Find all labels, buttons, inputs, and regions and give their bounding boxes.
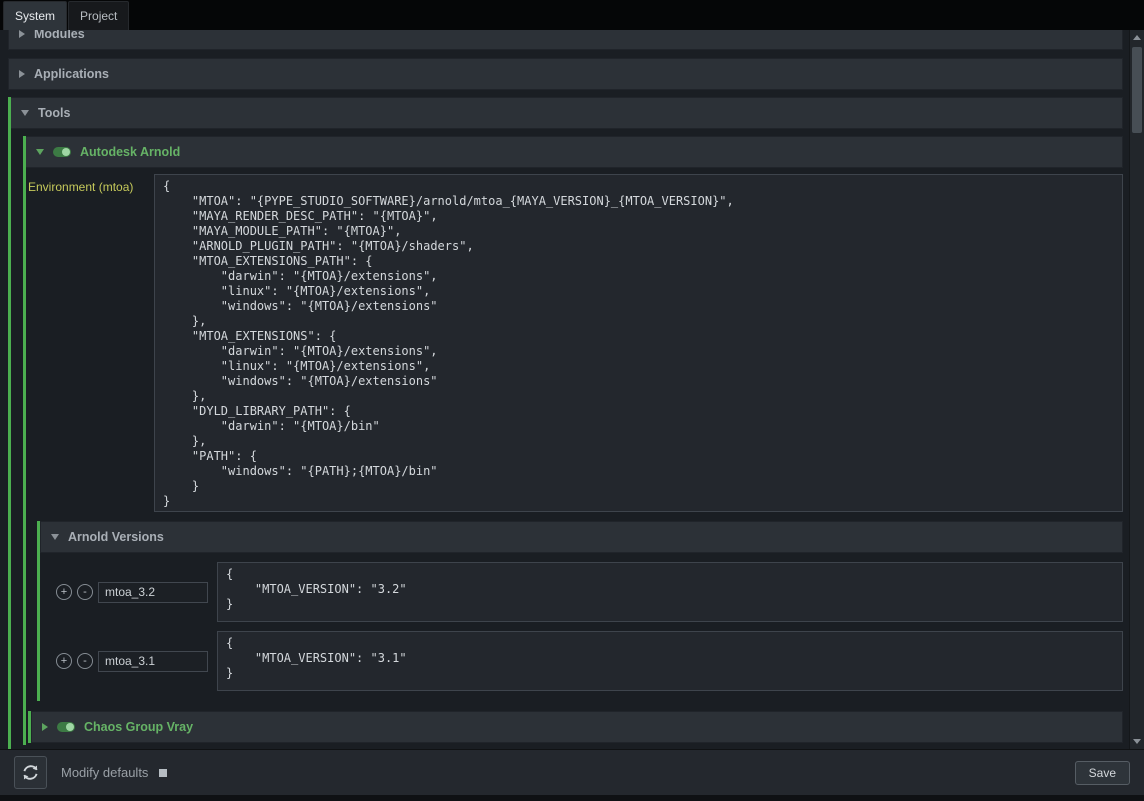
scroll-down-button[interactable]: [1130, 734, 1144, 749]
remove-version-button[interactable]: -: [77, 584, 93, 600]
refresh-button[interactable]: [14, 756, 47, 789]
section-label-applications: Applications: [34, 67, 109, 81]
section-tools: Tools Autodesk Arnold Envir: [8, 97, 1123, 749]
scrollbar[interactable]: [1129, 30, 1144, 749]
tool-header-arnold[interactable]: Autodesk Arnold: [26, 136, 1123, 168]
version-row: + - { "MTOA_VERSION": "3.1" }: [40, 631, 1123, 691]
chevron-right-icon: [19, 70, 25, 78]
tool-group-vray: Chaos Group Vray: [28, 711, 1123, 743]
arnold-versions-section: Arnold Versions + - { "MTOA_VERSION": "3…: [37, 521, 1123, 701]
arnold-body: Environment (mtoa) { "MTOA": "{PYPE_STUD…: [26, 174, 1123, 745]
section-header-modules[interactable]: Modules: [8, 30, 1123, 50]
chevron-down-icon: [51, 534, 59, 540]
tool-label-vray: Chaos Group Vray: [84, 720, 193, 734]
tool-label-arnold: Autodesk Arnold: [80, 145, 180, 159]
refresh-icon: [21, 763, 40, 782]
environment-mtoa-editor[interactable]: { "MTOA": "{PYPE_STUDIO_SOFTWARE}/arnold…: [154, 174, 1123, 512]
window-bottom-edge: [0, 795, 1144, 801]
section-label-modules: Modules: [34, 30, 85, 41]
scroll-up-button[interactable]: [1130, 30, 1144, 45]
scroll-area: Modules Applications Tools: [0, 30, 1129, 749]
modify-defaults-checkbox[interactable]: [159, 769, 167, 777]
tool-enabled-toggle[interactable]: [53, 147, 71, 157]
tab-bar: System Project: [0, 0, 1144, 30]
section-header-tools[interactable]: Tools: [11, 97, 1123, 129]
arrow-up-icon: [1133, 35, 1141, 40]
version-row: + - { "MTOA_VERSION": "3.2" }: [40, 562, 1123, 622]
modify-defaults-label: Modify defaults: [61, 765, 148, 780]
environment-row: Environment (mtoa) { "MTOA": "{PYPE_STUD…: [28, 174, 1123, 512]
tools-body: Autodesk Arnold Environment (mtoa) { "MT…: [11, 136, 1123, 749]
section-label-arnold-versions: Arnold Versions: [68, 530, 164, 544]
tool-header-vray[interactable]: Chaos Group Vray: [31, 711, 1123, 743]
arrow-down-icon: [1133, 739, 1141, 744]
settings-window: System Project Modules Applications Tool…: [0, 0, 1144, 801]
section-header-arnold-versions[interactable]: Arnold Versions: [40, 521, 1123, 553]
chevron-right-icon: [42, 723, 48, 731]
scroll-thumb[interactable]: [1132, 47, 1142, 133]
chevron-down-icon: [36, 149, 44, 155]
add-version-button[interactable]: +: [56, 584, 72, 600]
add-version-button[interactable]: +: [56, 653, 72, 669]
tool-enabled-toggle[interactable]: [57, 722, 75, 732]
version-json-editor[interactable]: { "MTOA_VERSION": "3.1" }: [217, 631, 1123, 691]
version-name-input[interactable]: [98, 582, 208, 603]
footer-bar: Modify defaults Save: [0, 749, 1144, 795]
save-button[interactable]: Save: [1075, 761, 1130, 785]
tab-system[interactable]: System: [3, 1, 67, 30]
section-header-applications[interactable]: Applications: [8, 58, 1123, 90]
chevron-right-icon: [19, 30, 25, 38]
section-label-tools: Tools: [38, 106, 70, 120]
modify-defaults-control: Modify defaults: [61, 765, 167, 780]
version-name-input[interactable]: [98, 651, 208, 672]
tab-project[interactable]: Project: [68, 1, 129, 30]
settings-content: Modules Applications Tools: [0, 30, 1144, 749]
chevron-down-icon: [21, 110, 29, 116]
version-json-editor[interactable]: { "MTOA_VERSION": "3.2" }: [217, 562, 1123, 622]
tool-group-arnold: Autodesk Arnold Environment (mtoa) { "MT…: [23, 136, 1123, 745]
environment-label: Environment (mtoa): [28, 174, 154, 194]
remove-version-button[interactable]: -: [77, 653, 93, 669]
